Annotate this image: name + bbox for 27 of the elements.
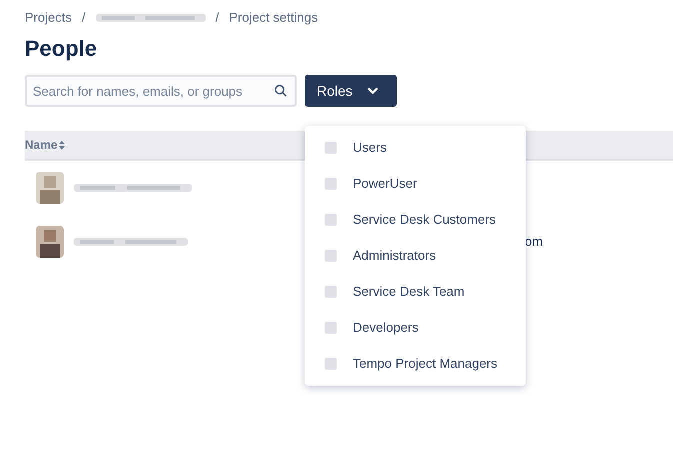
avatar-icon bbox=[34, 172, 66, 204]
role-option[interactable]: Administrators bbox=[305, 238, 526, 274]
role-option[interactable]: Developers bbox=[305, 310, 526, 346]
search-icon bbox=[274, 84, 288, 98]
page-title: People bbox=[25, 35, 98, 63]
search-field[interactable]: Search for names, emails, or groups bbox=[25, 75, 297, 107]
role-option[interactable]: Tempo Project Managers bbox=[305, 346, 526, 382]
avatar-icon bbox=[34, 226, 66, 258]
breadcrumb-link[interactable]: Projects bbox=[25, 8, 72, 28]
role-option[interactable]: PowerUser bbox=[305, 166, 526, 202]
checkbox[interactable] bbox=[325, 358, 337, 370]
role-option[interactable]: Service Desk Team bbox=[305, 274, 526, 310]
column-header[interactable]: Name bbox=[25, 136, 65, 154]
role-option[interactable]: Service Desk Customers bbox=[305, 202, 526, 238]
checkbox[interactable] bbox=[325, 250, 337, 262]
breadcrumb-separator: / bbox=[82, 9, 86, 28]
checkbox[interactable] bbox=[325, 178, 337, 190]
checkbox[interactable] bbox=[325, 286, 337, 298]
breadcrumb-separator: / bbox=[216, 9, 220, 28]
checkbox[interactable] bbox=[325, 322, 337, 334]
checkbox[interactable] bbox=[325, 142, 337, 154]
checkbox[interactable] bbox=[325, 214, 337, 226]
breadcrumb-link[interactable]: Project settings bbox=[229, 8, 318, 28]
role-option[interactable]: Users bbox=[305, 130, 526, 166]
roles-button[interactable]: Roles bbox=[305, 75, 397, 107]
chevron-down-icon bbox=[366, 87, 379, 95]
email-text: om bbox=[525, 233, 544, 252]
